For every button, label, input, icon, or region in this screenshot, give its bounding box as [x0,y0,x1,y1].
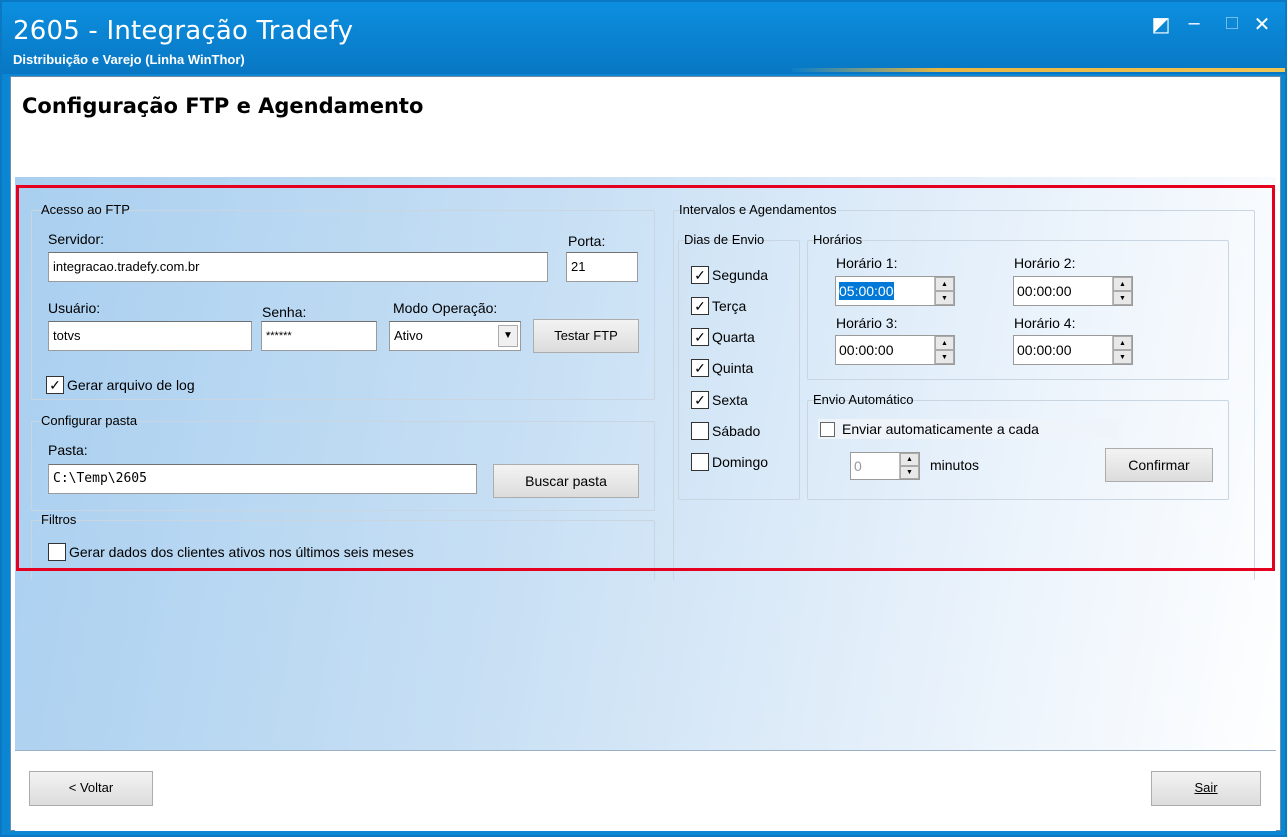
window-title: 2605 - Integração Tradefy [13,16,354,46]
title-bar: 2605 - Integração Tradefy Distribuição e… [2,2,1285,74]
close-icon[interactable]: ✕ [1250,12,1274,37]
page-title: Configuração FTP e Agendamento [22,94,424,118]
back-button[interactable]: < Voltar [29,771,153,806]
app-window: 2605 - Integração Tradefy Distribuição e… [0,0,1287,837]
content-area: Configuração FTP e Agendamento Acesso ao… [10,76,1281,831]
footer-bar: < Voltar Sair [15,751,1276,831]
page-header: Configuração FTP e Agendamento [11,77,1280,177]
main-panel: Acesso ao FTP Servidor: integracao.trade… [15,177,1276,829]
window-subtitle: Distribuição e Varejo (Linha WinThor) [13,52,245,67]
exit-button[interactable]: Sair [1151,771,1261,806]
restore-icon[interactable]: ◩ [1149,12,1173,37]
minimize-icon[interactable]: – [1182,12,1206,35]
maximize-icon[interactable]: □ [1220,12,1244,35]
title-accent-line [792,68,1285,72]
highlight-frame [16,185,1275,571]
